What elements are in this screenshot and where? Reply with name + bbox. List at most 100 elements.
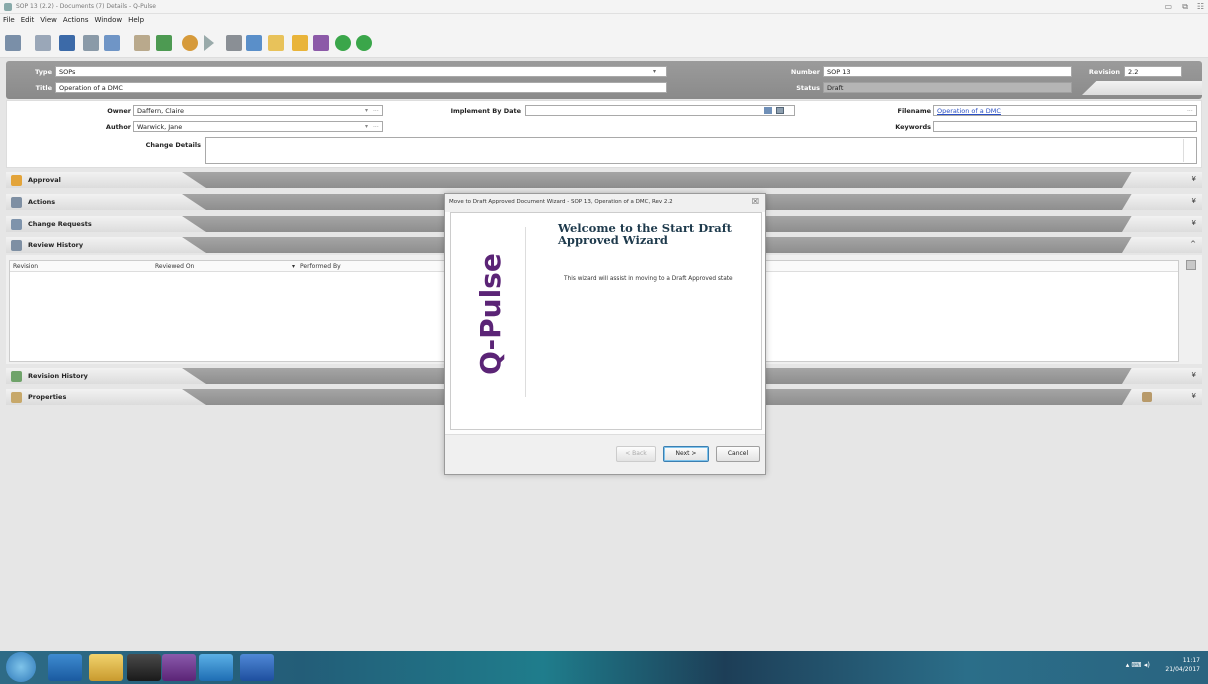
author-value: Warwick, Jane bbox=[137, 123, 183, 131]
implement-by-date-field[interactable] bbox=[525, 105, 795, 116]
restore-button[interactable]: ⧉ bbox=[1182, 2, 1188, 12]
cancel-button[interactable]: Cancel bbox=[716, 446, 760, 462]
filename-field[interactable]: Operation of a DMC bbox=[933, 105, 1197, 116]
menu-window[interactable]: Window bbox=[94, 16, 122, 24]
keywords-label: Keywords bbox=[895, 123, 931, 131]
dialog-footer: < Back Next > Cancel bbox=[445, 434, 765, 474]
system-tray-icons[interactable]: ▴ ⌨ ◂) bbox=[1126, 661, 1150, 669]
owner-dropdown-icon[interactable]: ▾ bbox=[365, 107, 368, 114]
author-dropdown-icon[interactable]: ▾ bbox=[365, 123, 368, 130]
close-icon[interactable]: ☒ bbox=[752, 197, 759, 206]
change-details-scrollbar[interactable] bbox=[1183, 139, 1193, 162]
expand-chevron-icon[interactable]: ¥ bbox=[1192, 219, 1196, 227]
menu-actions[interactable]: Actions bbox=[63, 16, 89, 24]
sort-indicator-icon: ▾ bbox=[292, 263, 296, 270]
word-icon[interactable] bbox=[240, 654, 274, 681]
filename-label: Filename bbox=[897, 107, 932, 115]
qpulse-logo-text: Q-Pulse bbox=[474, 253, 507, 375]
owner-label: Owner bbox=[107, 107, 131, 115]
grid-view-icon[interactable] bbox=[35, 35, 51, 51]
note-icon[interactable] bbox=[292, 35, 308, 51]
section-change-requests-label: Change Requests bbox=[28, 220, 92, 228]
keywords-field[interactable] bbox=[933, 121, 1197, 132]
folder-icon[interactable] bbox=[268, 35, 284, 51]
user-icon[interactable] bbox=[182, 35, 198, 51]
edit-properties-icon[interactable] bbox=[1142, 392, 1152, 402]
dialog-title-bar[interactable]: Move to Draft Approved Document Wizard -… bbox=[445, 194, 765, 212]
minimize-button[interactable]: ▭ bbox=[1164, 2, 1172, 11]
menu-help[interactable]: Help bbox=[128, 16, 144, 24]
column-performed-by[interactable]: Performed By bbox=[300, 263, 341, 270]
status-label: Status bbox=[796, 84, 820, 92]
type-value: SOPs bbox=[59, 68, 76, 76]
tag-icon[interactable] bbox=[313, 35, 329, 51]
filename-ellipsis-button[interactable]: ... bbox=[1187, 106, 1193, 113]
attach-icon[interactable] bbox=[134, 35, 150, 51]
print-icon[interactable] bbox=[83, 35, 99, 51]
number-field[interactable]: SOP 13 bbox=[823, 66, 1072, 77]
owner-ellipsis-button[interactable]: ... bbox=[373, 106, 379, 113]
new-document-icon[interactable] bbox=[5, 35, 21, 51]
menu-edit[interactable]: Edit bbox=[21, 16, 35, 24]
document-header: Type SOPs ▾ Title Operation of a DMC Num… bbox=[6, 61, 1202, 99]
window-title-bar: SOP 13 (2.2) - Documents (7) Details - Q… bbox=[0, 0, 1208, 14]
expand-chevron-icon[interactable]: ¥ bbox=[1192, 392, 1196, 400]
title-label: Title bbox=[35, 84, 52, 92]
revision-history-icon bbox=[11, 371, 22, 382]
type-field[interactable]: SOPs bbox=[55, 66, 667, 77]
type-dropdown-icon[interactable]: ▾ bbox=[653, 68, 656, 75]
section-approval[interactable]: Approval ¥ bbox=[6, 172, 1202, 188]
review-history-icon bbox=[11, 240, 22, 251]
forward-arrow-icon[interactable] bbox=[356, 35, 372, 51]
approval-icon bbox=[11, 175, 22, 186]
toolbar bbox=[0, 27, 1208, 58]
media-player-icon[interactable] bbox=[127, 654, 161, 681]
change-requests-icon bbox=[11, 219, 22, 230]
collapse-chevron-icon[interactable]: ^ bbox=[1190, 240, 1196, 248]
calendar-icon[interactable] bbox=[764, 107, 772, 114]
file-explorer-icon[interactable] bbox=[89, 654, 123, 681]
revision-value: 2.2 bbox=[1128, 68, 1139, 76]
status-field: Draft bbox=[823, 82, 1072, 93]
next-button[interactable]: Next > bbox=[663, 446, 709, 462]
back-arrow-icon[interactable] bbox=[335, 35, 351, 51]
author-field[interactable]: Warwick, Jane bbox=[133, 121, 383, 132]
grid-options-icon[interactable] bbox=[1186, 260, 1196, 270]
owner-field[interactable]: Daffern, Claire bbox=[133, 105, 383, 116]
number-value: SOP 13 bbox=[827, 68, 851, 76]
clock-date: 21/04/2017 bbox=[1165, 666, 1200, 673]
tile-button[interactable]: ☷ bbox=[1197, 2, 1204, 11]
filename-link[interactable]: Operation of a DMC bbox=[937, 107, 1001, 115]
section-right-tab bbox=[1122, 194, 1202, 210]
export-icon[interactable] bbox=[156, 35, 172, 51]
back-button[interactable]: < Back bbox=[616, 446, 656, 462]
author-ellipsis-button[interactable]: ... bbox=[373, 122, 379, 129]
menu-view[interactable]: View bbox=[40, 16, 57, 24]
column-reviewed-on[interactable]: Reviewed On bbox=[155, 263, 194, 270]
change-details-label: Change Details bbox=[145, 141, 201, 149]
type-label: Type bbox=[35, 68, 52, 76]
revision-field[interactable]: 2.2 bbox=[1124, 66, 1182, 77]
header-collapse-tab[interactable] bbox=[1082, 81, 1202, 95]
clear-date-icon[interactable] bbox=[776, 107, 784, 114]
menu-file[interactable]: File bbox=[3, 16, 15, 24]
save-icon[interactable] bbox=[59, 35, 75, 51]
list-icon[interactable] bbox=[246, 35, 262, 51]
expand-chevron-icon[interactable]: ¥ bbox=[1192, 175, 1196, 183]
document-details: Owner Daffern, Claire ▾ ... Author Warwi… bbox=[6, 100, 1202, 168]
expand-chevron-icon[interactable]: ¥ bbox=[1192, 371, 1196, 379]
title-field[interactable]: Operation of a DMC bbox=[55, 82, 667, 93]
qpulse-taskbar-icon[interactable] bbox=[162, 654, 196, 681]
column-revision[interactable]: Revision bbox=[13, 263, 38, 270]
change-details-field[interactable] bbox=[205, 137, 1197, 164]
expand-chevron-icon[interactable]: ¥ bbox=[1192, 197, 1196, 205]
play-icon[interactable] bbox=[204, 35, 214, 51]
clock[interactable]: 11:17 21/04/2017 bbox=[1165, 656, 1200, 674]
start-button[interactable] bbox=[6, 652, 36, 682]
internet-explorer-icon[interactable] bbox=[48, 654, 82, 681]
logo-divider bbox=[525, 227, 526, 397]
outlook-icon[interactable] bbox=[199, 654, 233, 681]
properties-icon bbox=[11, 392, 22, 403]
approve-icon[interactable] bbox=[226, 35, 242, 51]
preview-icon[interactable] bbox=[104, 35, 120, 51]
